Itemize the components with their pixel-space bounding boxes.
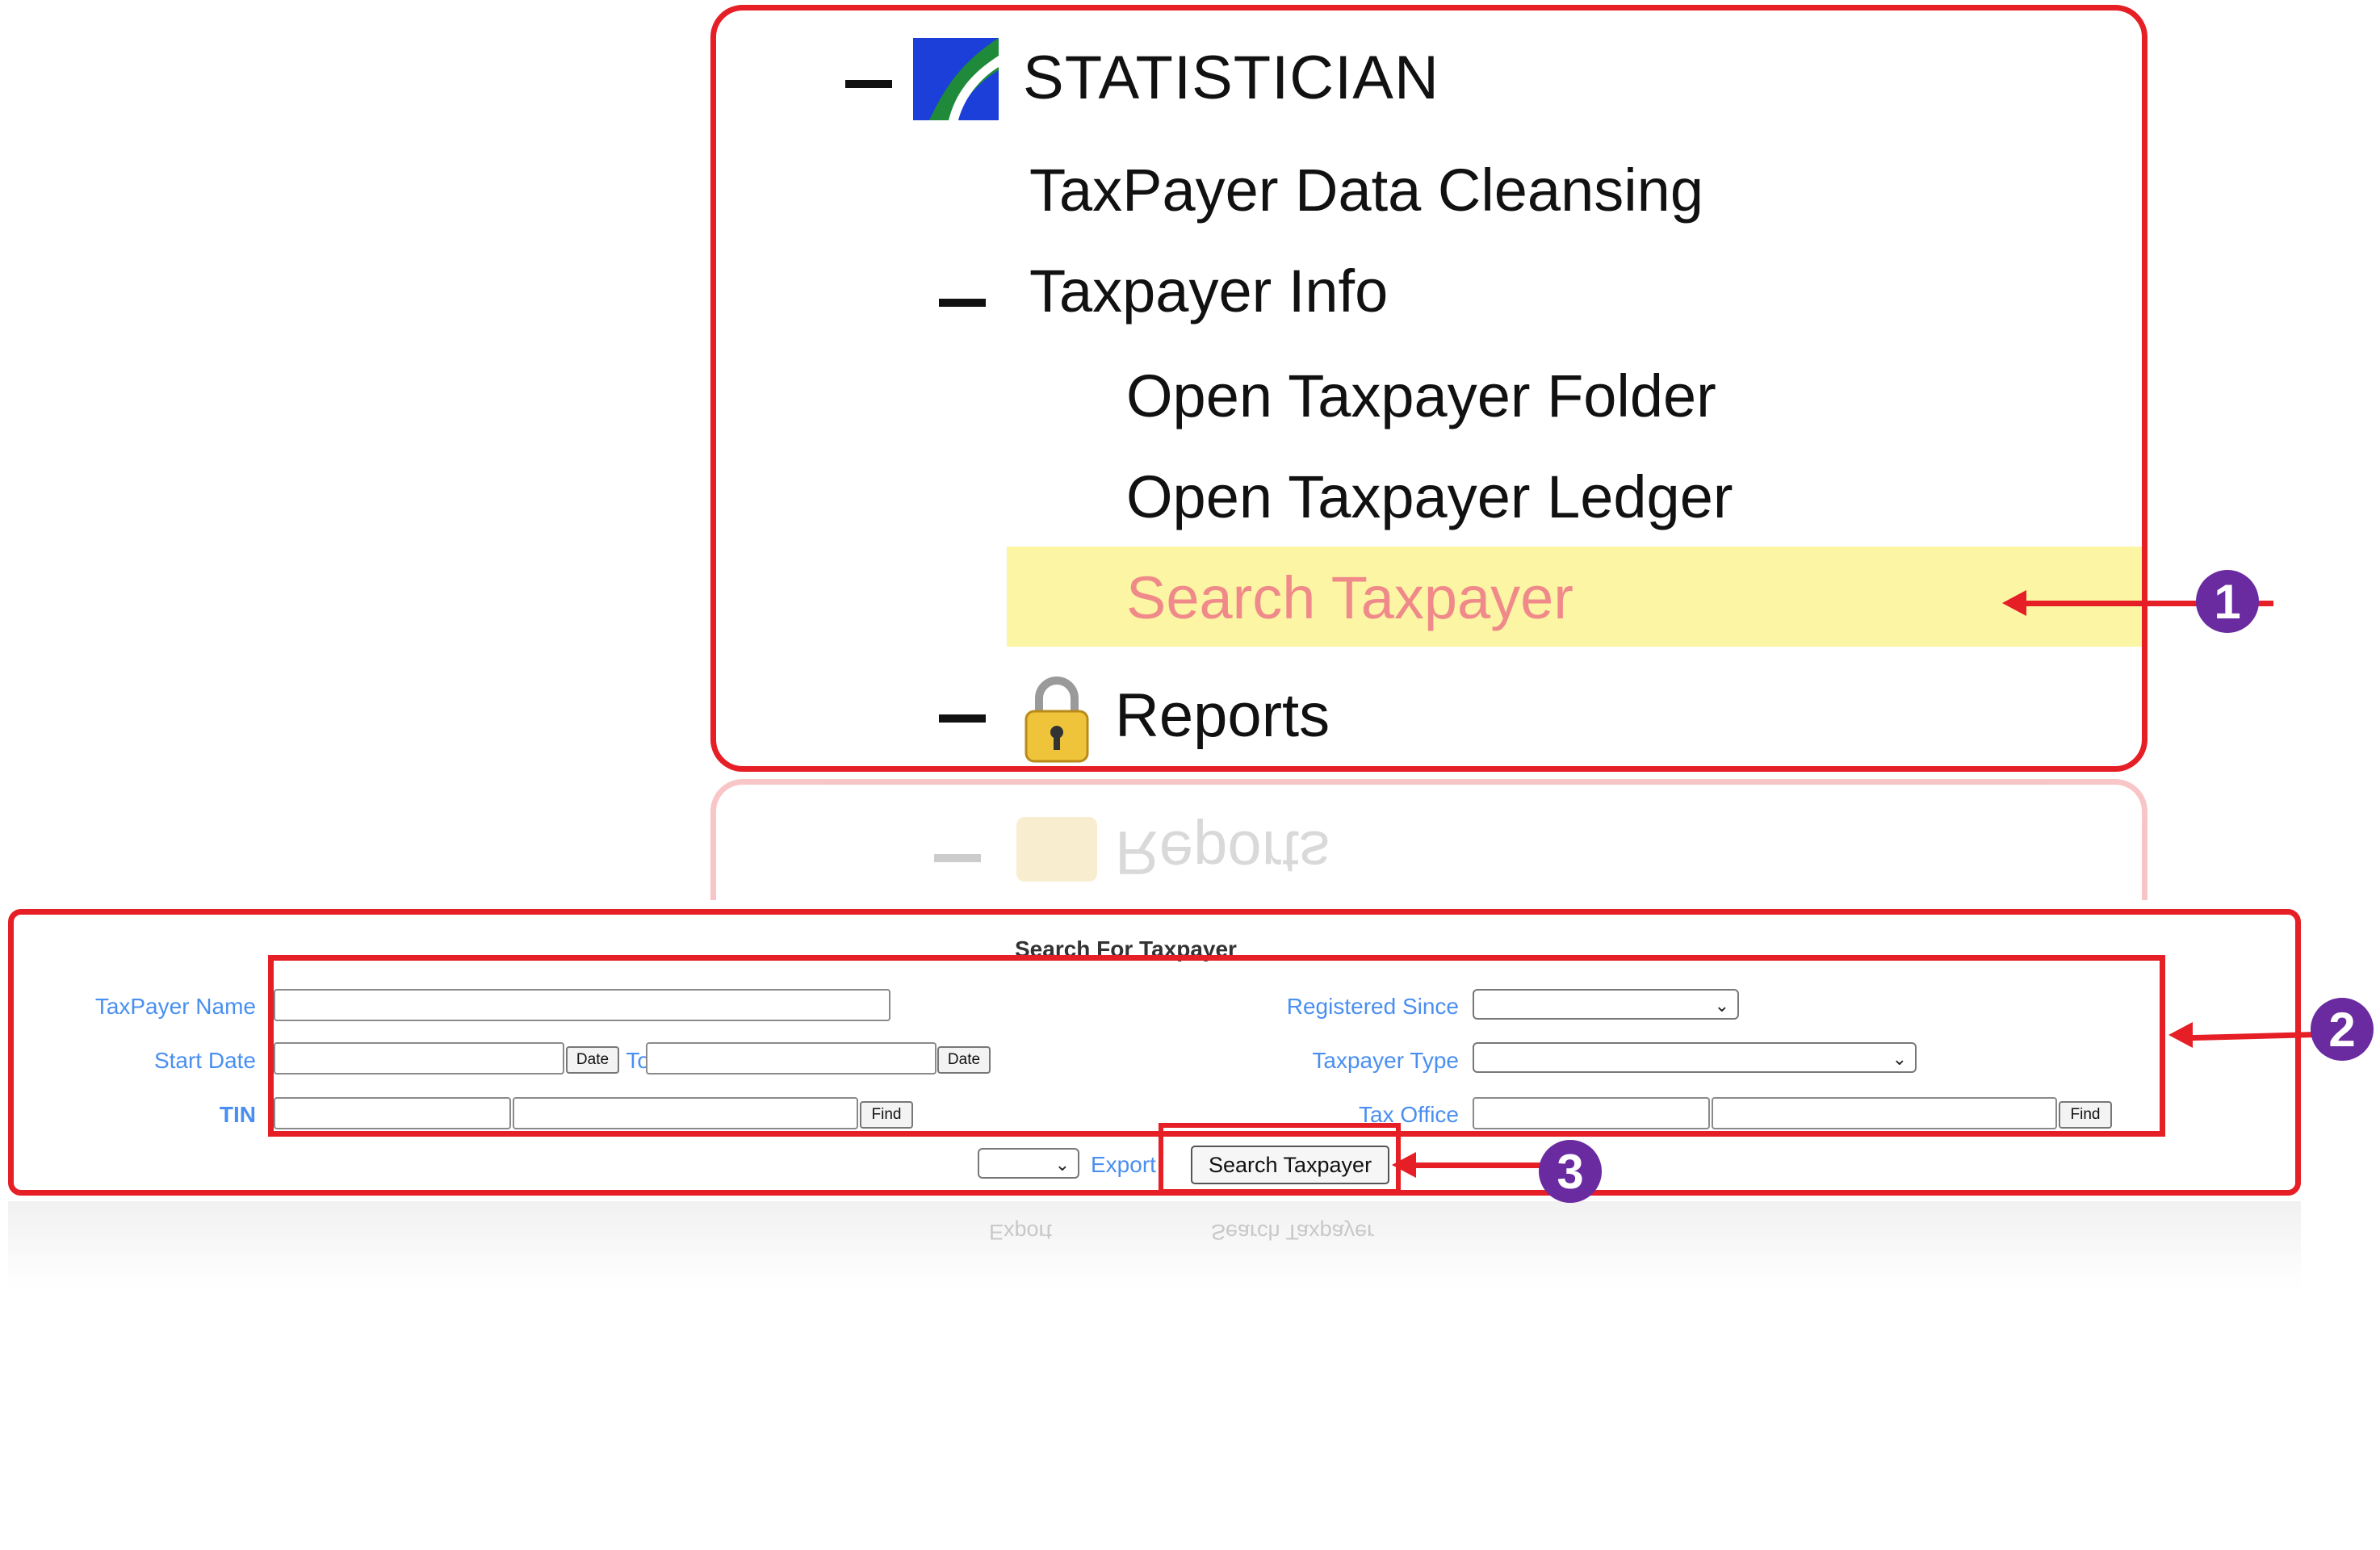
chevron-down-icon: ⌄ [1714, 995, 1729, 1016]
start-date-picker-button[interactable]: Date [566, 1046, 619, 1074]
navigation-menu-panel: STATISTICIAN TaxPayer Data Cleansing Tax… [710, 5, 2147, 772]
tax-office-find-button[interactable]: Find [2059, 1101, 2112, 1129]
menu-item-open-folder[interactable]: Open Taxpayer Folder [1126, 362, 1716, 430]
tax-office-code-input[interactable] [1473, 1097, 1710, 1129]
tin-find-button[interactable]: Find [860, 1101, 913, 1129]
callout-3-arrow [1414, 1162, 1560, 1168]
taxpayer-type-label: Taxpayer Type [1312, 1048, 1459, 1073]
callout-3-arrowhead [1392, 1152, 1416, 1178]
reflection-reports-label: Reports [1115, 818, 1330, 886]
menu-item-statistician[interactable]: STATISTICIAN [1023, 43, 1439, 113]
lock-icon [1024, 677, 1089, 763]
callout-badge-3: 3 [1539, 1140, 1602, 1203]
taxpayer-name-input[interactable] [274, 989, 890, 1021]
reflection-minus-icon [934, 854, 981, 862]
tin-label: TIN [219, 1102, 256, 1127]
registered-since-select[interactable]: ⌄ [1473, 989, 1739, 1020]
callout-2-arrowhead [2168, 1022, 2193, 1048]
menu-reflection: Reports [710, 779, 2147, 900]
reflection-export-label: Export [989, 1220, 1053, 1244]
collapse-taxpayer-info-icon[interactable] [939, 299, 986, 307]
callout-badge-2: 2 [2311, 998, 2374, 1061]
end-date-input[interactable] [646, 1042, 936, 1075]
start-date-input[interactable] [274, 1042, 564, 1075]
callout-1-arrowhead [2002, 590, 2026, 616]
taxpayer-name-label: TaxPayer Name [94, 994, 256, 1019]
tin-code-input[interactable] [274, 1097, 511, 1129]
tax-office-name-input[interactable] [1712, 1097, 2057, 1129]
menu-item-search-taxpayer[interactable]: Search Taxpayer [1126, 563, 1573, 632]
menu-item-open-ledger[interactable]: Open Taxpayer Ledger [1126, 463, 1733, 531]
search-form-panel: Search For Taxpayer TaxPayer Name Regist… [8, 909, 2301, 1196]
search-taxpayer-button[interactable]: Search Taxpayer [1191, 1146, 1389, 1184]
reflection-lock-icon [1016, 817, 1097, 882]
statistician-logo-icon [913, 38, 999, 120]
export-format-select[interactable]: ⌄ [978, 1148, 1079, 1179]
form-reflection: Export Search Taxpayer [8, 1201, 2301, 1290]
to-label: To [626, 1048, 650, 1073]
end-date-picker-button[interactable]: Date [937, 1046, 991, 1074]
start-date-label: Start Date [153, 1048, 256, 1073]
registered-since-label: Registered Since [1286, 994, 1459, 1019]
menu-item-data-cleansing[interactable]: TaxPayer Data Cleansing [1029, 156, 1703, 224]
menu-item-reports[interactable]: Reports [1115, 681, 1330, 751]
tin-name-input[interactable] [513, 1097, 858, 1129]
chevron-down-icon: ⌄ [1892, 1049, 1907, 1069]
collapse-reports-icon[interactable] [939, 714, 986, 723]
reflection-search-label: Search Taxpayer [1211, 1220, 1375, 1244]
menu-item-taxpayer-info[interactable]: Taxpayer Info [1029, 257, 1388, 325]
chevron-down-icon: ⌄ [1054, 1154, 1070, 1175]
taxpayer-type-select[interactable]: ⌄ [1473, 1042, 1917, 1073]
collapse-statistician-icon[interactable] [845, 80, 892, 88]
callout-badge-1: 1 [2196, 570, 2259, 633]
